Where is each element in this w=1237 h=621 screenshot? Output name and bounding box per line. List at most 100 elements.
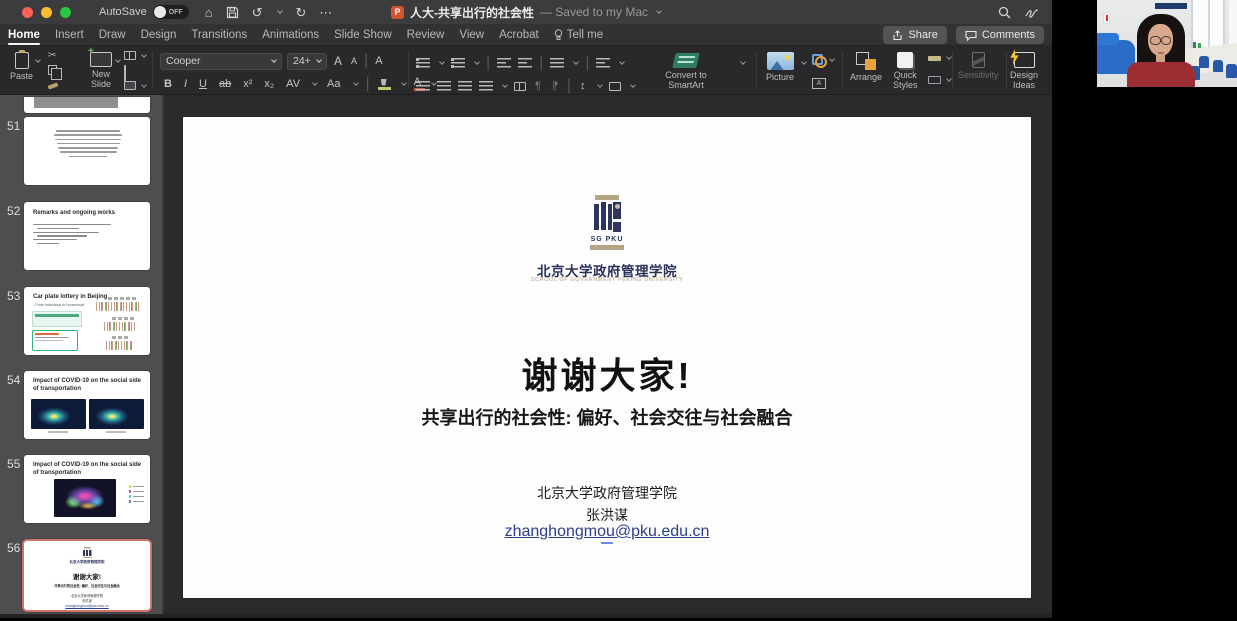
shape-outline-button[interactable]	[928, 76, 951, 84]
minimize-window-button[interactable]	[41, 7, 52, 18]
design-ideas-button[interactable]: Design Ideas	[1010, 52, 1038, 91]
justify-icon[interactable]	[479, 81, 493, 91]
columns-icon[interactable]	[596, 58, 610, 68]
highlight-dropdown-icon[interactable]	[401, 80, 407, 86]
smartart-dropdown-icon[interactable]	[740, 59, 746, 65]
close-window-button[interactable]	[22, 7, 33, 18]
search-icon[interactable]	[998, 6, 1011, 19]
home-icon[interactable]: ⌂	[205, 6, 213, 19]
undo-dropdown-icon[interactable]	[278, 8, 284, 14]
tab-acrobat[interactable]: Acrobat	[499, 24, 539, 46]
tab-view[interactable]: View	[459, 24, 484, 46]
decrease-indent-icon[interactable]	[497, 58, 511, 68]
tab-review[interactable]: Review	[407, 24, 445, 46]
thumbnail-slide-55[interactable]: Impact of COVID-19 on the social side of…	[24, 455, 150, 523]
tab-transitions[interactable]: Transitions	[191, 24, 247, 46]
slide-title[interactable]: 谢谢大家!	[183, 347, 1031, 399]
numbering-dropdown-icon[interactable]	[474, 59, 480, 65]
slide-layout-button[interactable]	[124, 51, 146, 60]
zoom-window-button[interactable]	[60, 7, 71, 18]
thumbnail-slide-52[interactable]: Remarks and ongoing works	[24, 202, 150, 270]
highlight-color-icon[interactable]	[378, 79, 391, 90]
tab-draw[interactable]: Draw	[99, 24, 126, 46]
bold-button[interactable]: B	[162, 78, 174, 90]
font-size-select[interactable]: 24+	[287, 53, 327, 70]
grow-font-button[interactable]: A	[332, 54, 344, 68]
align-text-dropdown-icon[interactable]	[630, 82, 636, 88]
clear-formatting-button[interactable]: A	[373, 55, 384, 67]
tab-design[interactable]: Design	[141, 24, 177, 46]
section-button[interactable]	[124, 81, 146, 90]
redo-icon[interactable]: ↻	[295, 6, 306, 19]
italic-button[interactable]: I	[182, 78, 189, 90]
comments-button[interactable]: Comments	[956, 26, 1044, 44]
tab-tell-me[interactable]: Tell me	[554, 24, 603, 46]
change-case-button[interactable]: Aa	[325, 78, 342, 90]
webcam-video-tile[interactable]	[1097, 0, 1237, 87]
text-direction-dropdown-icon[interactable]	[597, 82, 603, 88]
slide-affiliation[interactable]: 北京大学政府管理学院	[183, 483, 1031, 503]
arrange-button[interactable]: Arrange	[850, 52, 882, 82]
cut-icon[interactable]: ✂	[48, 51, 56, 61]
line-spacing-dropdown-icon[interactable]	[573, 59, 579, 65]
convert-to-smartart-button[interactable]: Convert to SmartArt	[655, 53, 717, 91]
tab-animations[interactable]: Animations	[262, 24, 319, 46]
bullets-icon[interactable]	[416, 58, 430, 68]
save-icon[interactable]	[226, 6, 239, 19]
change-case-dropdown-icon[interactable]	[353, 80, 359, 86]
thumbnail-slide-51[interactable]	[24, 117, 150, 185]
bullets-dropdown-icon[interactable]	[439, 59, 445, 65]
thumbnail-slide-50-partial[interactable]	[24, 97, 150, 113]
character-spacing-button[interactable]: AV	[284, 78, 302, 90]
tab-insert[interactable]: Insert	[55, 24, 84, 46]
current-slide[interactable]: SG PKU 北京大学政府管理学院 SCHOOL OF GOVERNMENT P…	[183, 117, 1031, 598]
rtl-paragraph-icon[interactable]: ¶	[550, 80, 560, 92]
more-commands-icon[interactable]: ⋯	[319, 6, 332, 19]
slide-subtitle[interactable]: 共享出行的社会性: 偏好、社会交往与社会融合	[183, 404, 1031, 430]
slide-thumbnail-panel[interactable]: 51 52 Remarks and ongoing works	[0, 95, 164, 614]
shape-fill-button[interactable]	[928, 48, 951, 61]
new-slide-button[interactable]: New Slide	[84, 52, 118, 90]
align-text-icon[interactable]	[609, 82, 621, 91]
picture-dropdown-icon[interactable]	[801, 59, 807, 65]
shapes-button[interactable]	[812, 54, 834, 65]
thumbnail-slide-54[interactable]: Impact of COVID-19 on the social side of…	[24, 371, 150, 439]
paste-dropdown-icon[interactable]	[35, 57, 41, 63]
format-painter-icon[interactable]	[48, 82, 59, 89]
paste-button[interactable]: Paste	[10, 52, 33, 81]
picture-button[interactable]: Picture	[766, 52, 794, 82]
justify-dropdown-icon[interactable]	[502, 82, 508, 88]
align-left-icon[interactable]	[416, 81, 430, 91]
email-link[interactable]: zhanghongmou@pku.edu.cn	[505, 523, 710, 540]
text-direction-icon[interactable]: ↕	[578, 80, 588, 92]
undo-icon[interactable]: ↺	[252, 6, 263, 19]
numbering-icon[interactable]	[451, 58, 465, 68]
text-box-button[interactable]: A	[812, 78, 826, 89]
shrink-font-button[interactable]: A	[349, 56, 359, 66]
ltr-paragraph-icon[interactable]: ¶	[533, 80, 543, 92]
scribble-icon[interactable]	[1025, 6, 1040, 19]
quick-styles-button[interactable]: Quick Styles	[893, 52, 918, 91]
subscript-button[interactable]: x₂	[262, 78, 276, 90]
character-spacing-dropdown-icon[interactable]	[312, 80, 318, 86]
align-right-icon[interactable]	[458, 81, 472, 91]
thumbnail-slide-53[interactable]: Car plate lottery in Beijing - From indi…	[24, 287, 150, 355]
sgpku-logo[interactable]: SG PKU	[590, 195, 624, 253]
line-spacing-icon[interactable]	[550, 58, 564, 68]
thumbnail-slide-56-selected[interactable]: 北京大学政府管理学院 谢谢大家! 共享出行的社会性: 偏好、社会交往与社会融合 …	[22, 539, 152, 612]
columns-dropdown-icon[interactable]	[620, 59, 626, 65]
distribute-icon[interactable]	[514, 82, 526, 91]
tab-home[interactable]: Home	[8, 24, 40, 46]
title-dropdown-icon[interactable]	[656, 8, 662, 14]
slide-author[interactable]: 张洪谋	[183, 505, 1031, 525]
align-center-icon[interactable]	[437, 81, 451, 91]
strikethrough-button[interactable]: ab	[217, 78, 233, 90]
font-name-select[interactable]: Cooper	[160, 53, 282, 70]
copy-icon[interactable]	[48, 65, 57, 75]
superscript-button[interactable]: x²	[241, 78, 254, 90]
share-button[interactable]: Share	[883, 26, 946, 44]
increase-indent-icon[interactable]	[518, 58, 532, 68]
tab-slide-show[interactable]: Slide Show	[334, 24, 392, 46]
underline-button[interactable]: U	[197, 78, 209, 90]
autosave-toggle[interactable]: OFF	[153, 5, 189, 19]
